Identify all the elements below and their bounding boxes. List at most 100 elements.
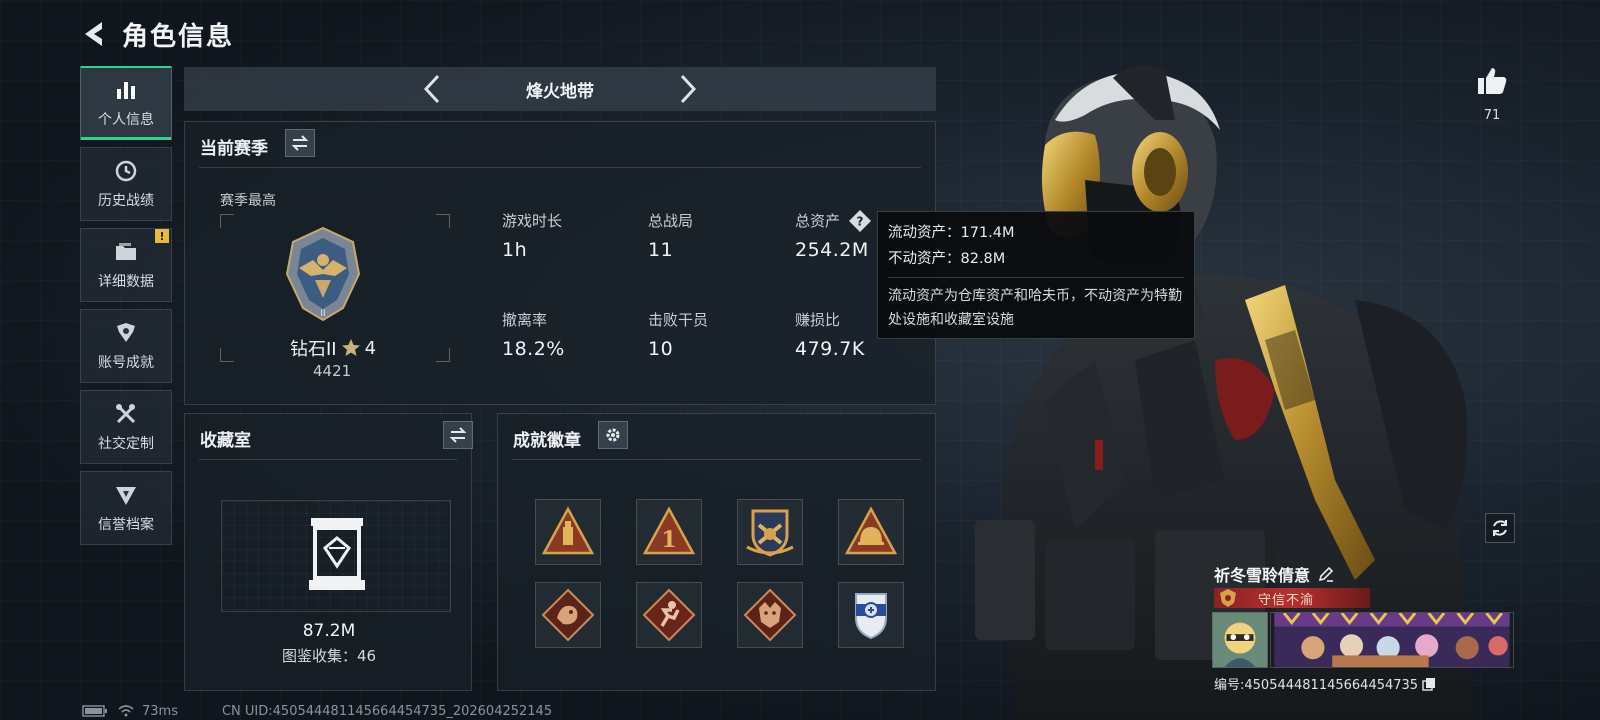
folder-icon xyxy=(116,243,136,260)
player-id-row: 编号:450544481145664454735 xyxy=(1214,674,1436,693)
back-arrow-icon[interactable] xyxy=(80,19,110,49)
wifi-icon xyxy=(118,705,134,717)
triangle-ammo-badge[interactable] xyxy=(535,499,601,565)
police-badge-icon xyxy=(855,593,887,640)
edit-pencil-icon[interactable] xyxy=(1318,566,1334,582)
divider xyxy=(512,459,921,460)
ammo-badge-icon xyxy=(541,506,595,555)
sidebar-item-label: 历史战绩 xyxy=(98,193,154,209)
status-bar: 73ms CN UID:450544481145664454735_202604… xyxy=(82,703,552,719)
sidebar-item-label: 账号成就 xyxy=(98,355,154,371)
stat-operators-defeated: 击败干员 10 xyxy=(648,309,708,360)
sidebar-item-social-custom[interactable]: 社交定制 xyxy=(80,390,172,464)
diamond-dragon-badge[interactable] xyxy=(535,582,601,648)
achievement-icon xyxy=(117,323,135,342)
bar-chart-icon xyxy=(117,82,135,99)
tooltip-description: 流动资产为仓库资产和哈夫币，不动资产为特勤处设施和收藏室设施 xyxy=(888,288,1182,328)
sidebar-item-detailed-data[interactable]: ! 详细数据 xyxy=(80,228,172,302)
sidebar-item-label: 详细数据 xyxy=(98,274,154,290)
svg-text:?: ? xyxy=(857,215,864,229)
swap-icon xyxy=(449,427,467,443)
sidebar: 个人信息 历史战绩 ! 详细数据 账号成就 社交定制 信誉档案 xyxy=(80,66,172,552)
first-place-badge-icon: 1 xyxy=(642,506,696,555)
refresh-icon xyxy=(1493,520,1507,536)
help-icon[interactable]: ? xyxy=(848,209,872,233)
like-count: 71 xyxy=(1483,108,1501,123)
sidebar-item-label: 信誉档案 xyxy=(98,517,154,533)
achievement-badges-panel: 成就徽章 1 xyxy=(497,413,936,691)
sidebar-item-reputation[interactable]: 信誉档案 xyxy=(80,471,172,545)
mode-selector: 烽火地带 xyxy=(184,67,936,111)
page-title: 角色信息 xyxy=(122,21,235,52)
stat-total-matches: 总战局 11 xyxy=(648,210,693,261)
avatar[interactable] xyxy=(1212,612,1268,668)
diamond-runner-badge[interactable] xyxy=(636,582,702,648)
svg-text:1: 1 xyxy=(661,527,676,553)
stat-value: 1h xyxy=(502,239,528,261)
runner-badge-icon xyxy=(642,588,696,642)
diamond-wolf-badge[interactable] xyxy=(737,582,803,648)
stat-label: 撤离率 xyxy=(502,311,548,329)
clock-icon xyxy=(115,160,137,182)
chevron-left-icon[interactable] xyxy=(420,72,446,106)
triangle-first-badge[interactable]: 1 xyxy=(636,499,702,565)
rank-name: 钻石II 4 xyxy=(290,335,376,361)
divider xyxy=(199,167,921,168)
tooltip-fixed-assets: 不动资产：82.8M xyxy=(888,251,1006,267)
triangle-helmet-badge[interactable] xyxy=(838,499,904,565)
sidebar-item-history[interactable]: 历史战绩 xyxy=(80,147,172,221)
copy-icon[interactable] xyxy=(1422,677,1436,691)
crest-shield-badge[interactable] xyxy=(737,499,803,565)
player-name: 祈冬雪聆倩意 xyxy=(1214,566,1311,585)
divider xyxy=(199,459,457,460)
badge-settings-button[interactable] xyxy=(598,421,628,449)
divider xyxy=(888,277,1184,278)
svg-text:II: II xyxy=(320,309,325,319)
dragon-badge-icon xyxy=(541,588,595,642)
panel-title: 收藏室 xyxy=(200,431,251,451)
wolf-badge-icon xyxy=(743,588,797,642)
sidebar-item-label: 个人信息 xyxy=(98,112,154,128)
medal-icon xyxy=(1220,589,1236,607)
refresh-button[interactable] xyxy=(1485,513,1515,543)
sidebar-item-personal-info[interactable]: 个人信息 xyxy=(80,66,172,140)
player-title-banner: 守信不渝 xyxy=(1214,588,1370,608)
panel-title: 当前赛季 xyxy=(200,139,268,159)
assets-tooltip: 流动资产：171.4M 不动资产：82.8M 流动资产为仓库资产和哈夫币，不动资… xyxy=(877,211,1195,339)
police-shield-badge[interactable] xyxy=(838,582,904,648)
rank-score: 4421 xyxy=(313,362,352,380)
crest-badge-icon xyxy=(746,509,794,557)
player-id: 编号:450544481145664454735 xyxy=(1214,678,1419,693)
stat-label: 赚损比 xyxy=(795,311,841,329)
season-best-label: 赛季最高 xyxy=(220,193,276,209)
profile-banner-art xyxy=(1270,612,1514,668)
star-icon xyxy=(341,339,360,356)
battery-icon xyxy=(82,705,107,717)
stat-play-time: 游戏时长 1h xyxy=(502,210,562,261)
stat-value: 11 xyxy=(648,239,674,261)
collection-panel[interactable]: 收藏室 87.2M 图鉴收集：46 xyxy=(184,413,473,691)
player-name-row: 祈冬雪聆倩意 xyxy=(1214,562,1334,586)
sidebar-item-label: 社交定制 xyxy=(98,436,154,452)
stat-value: 479.7K xyxy=(795,338,865,360)
display-case-icon xyxy=(309,518,365,590)
like-block: 71 xyxy=(1472,64,1512,123)
ping-readout: 73ms xyxy=(142,703,178,719)
stat-profit-loss-ratio: 赚损比 479.7K xyxy=(795,309,865,360)
helmet-badge-icon xyxy=(844,506,898,555)
tools-icon xyxy=(116,404,136,424)
swap-icon xyxy=(291,135,309,151)
profile-card: 祈冬雪聆倩意 守信不渝 编号:450544481145664454735 xyxy=(1208,558,1516,698)
stat-extraction-rate: 撤离率 18.2% xyxy=(502,309,565,360)
sidebar-item-achievements[interactable]: 账号成就 xyxy=(80,309,172,383)
thumbs-up-icon[interactable] xyxy=(1475,64,1509,98)
switch-season-button[interactable] xyxy=(285,129,315,157)
uid-readout: CN UID:450544481145664454735_20260425214… xyxy=(221,703,553,719)
collection-value: 87.2M xyxy=(302,621,356,641)
collection-count: 图鉴收集：46 xyxy=(281,647,377,665)
stat-label: 击败干员 xyxy=(648,311,709,329)
reputation-icon xyxy=(116,487,136,505)
stat-label: 游戏时长 xyxy=(502,212,563,230)
switch-collection-button[interactable] xyxy=(443,421,473,449)
chevron-right-icon[interactable] xyxy=(674,72,700,106)
